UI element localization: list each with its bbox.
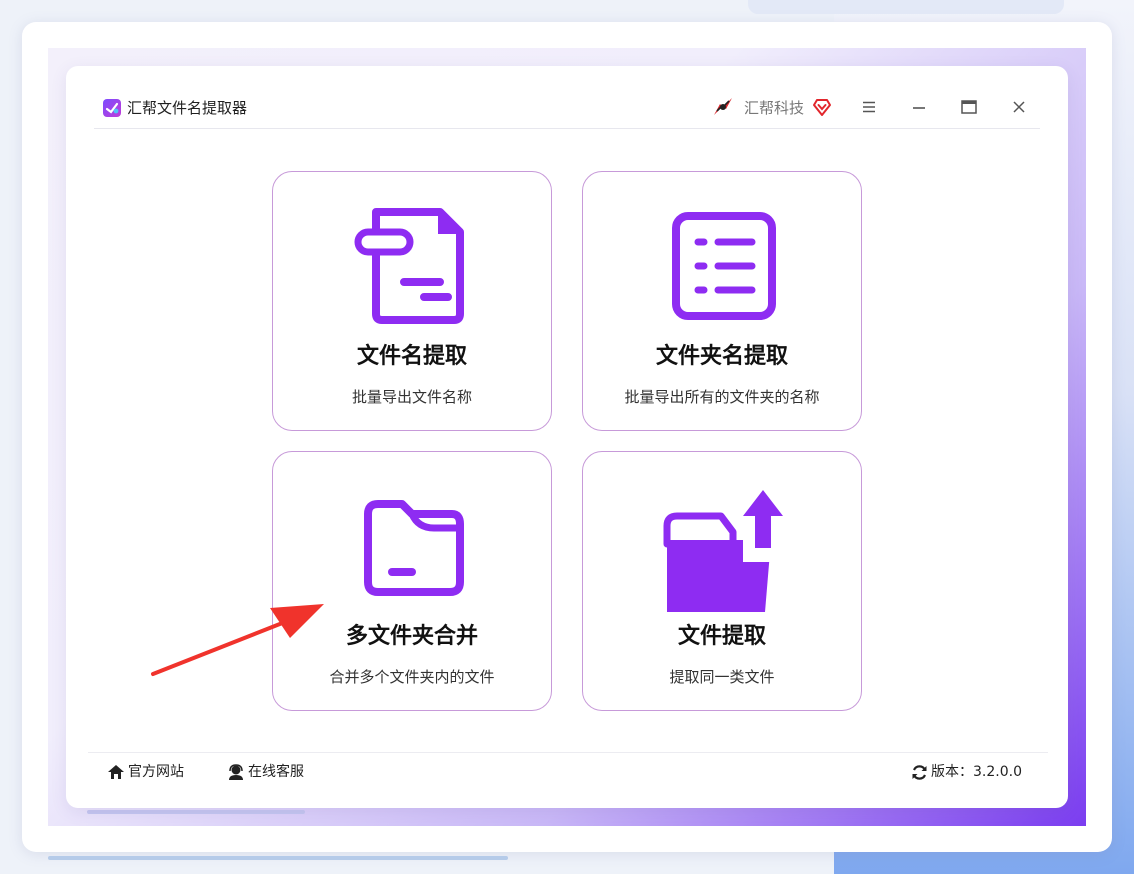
vip-heart-icon[interactable] <box>812 97 832 117</box>
folder-icon <box>364 500 464 596</box>
version-info[interactable]: 版本：3.2.0.0 <box>911 763 1022 781</box>
card-title: 文件提取 <box>677 624 766 649</box>
footer-bar: 官方网站 在线客服 版本：3.2.0.0 <box>88 752 1048 793</box>
decorative-bar <box>48 856 508 860</box>
online-service-link[interactable]: 在线客服 <box>227 763 304 781</box>
card-description: 提取同一类文件 <box>669 668 775 686</box>
official-site-link[interactable]: 官方网站 <box>107 763 184 781</box>
minimize-button[interactable] <box>904 94 934 120</box>
refresh-icon <box>912 764 927 780</box>
decorative-bar <box>87 810 305 814</box>
folder-name-extract-card[interactable]: 文件夹名提取 批量导出所有的文件夹的名称 <box>582 171 862 431</box>
version-label: 版本：3.2.0.0 <box>931 764 1022 780</box>
maximize-icon <box>961 100 977 114</box>
official-site-label: 官方网站 <box>128 764 184 780</box>
card-description: 批量导出所有的文件夹的名称 <box>624 388 820 406</box>
minimize-icon <box>913 107 925 109</box>
home-icon <box>108 765 124 779</box>
close-button[interactable] <box>1004 94 1034 120</box>
close-icon <box>1013 101 1025 113</box>
menu-icon <box>863 101 875 113</box>
file-document-icon <box>354 208 464 324</box>
folder-upload-icon <box>663 490 783 612</box>
file-name-extract-card[interactable]: 文件名提取 批量导出文件名称 <box>272 171 552 431</box>
card-title: 文件名提取 <box>356 344 467 369</box>
brand-logo-icon <box>714 98 732 115</box>
title-bar: 汇帮文件名提取器 汇帮科技 <box>94 88 1040 129</box>
online-service-label: 在线客服 <box>248 764 304 780</box>
card-description: 批量导出文件名称 <box>351 388 472 406</box>
card-title: 文件夹名提取 <box>655 344 788 369</box>
background-window-edge <box>748 0 1064 14</box>
app-window <box>66 66 1068 808</box>
app-title: 汇帮文件名提取器 <box>127 99 248 117</box>
file-extract-card[interactable]: 文件提取 提取同一类文件 <box>582 451 862 711</box>
brand-name[interactable]: 汇帮科技 <box>744 98 804 118</box>
maximize-button[interactable] <box>954 94 984 120</box>
menu-button[interactable] <box>854 94 884 120</box>
annotation-arrow-icon <box>151 604 324 676</box>
app-logo-icon <box>103 99 121 117</box>
customer-service-icon <box>229 764 243 780</box>
list-document-icon <box>672 212 776 320</box>
